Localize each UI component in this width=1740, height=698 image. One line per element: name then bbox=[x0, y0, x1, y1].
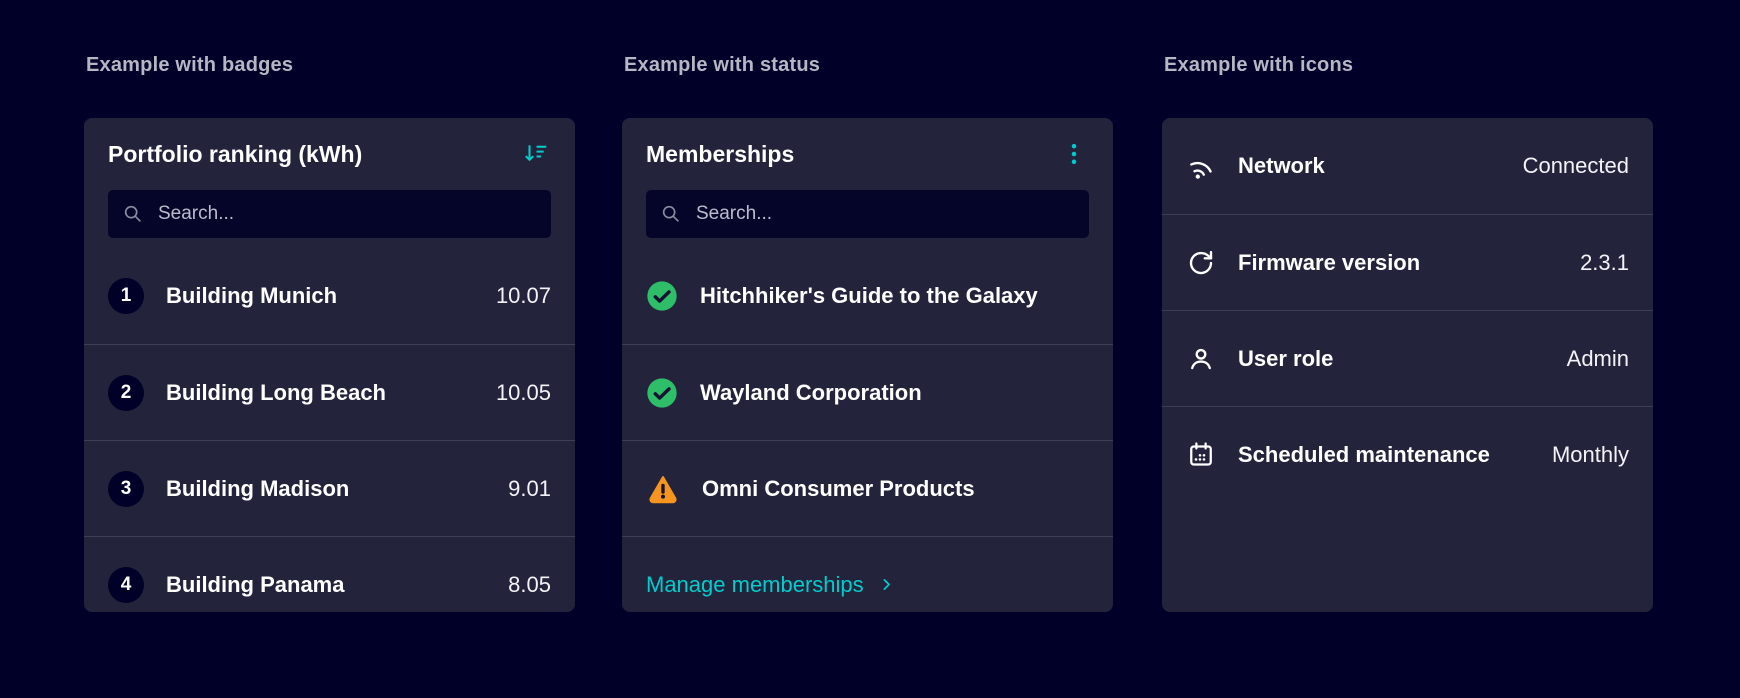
info-value: Connected bbox=[1522, 153, 1629, 178]
list-item: Network Connected bbox=[1162, 118, 1653, 214]
building-name: Building Madison bbox=[166, 475, 350, 501]
membership-name: Wayland Corporation bbox=[700, 379, 922, 405]
portfolio-ranking-card: Portfolio ranking (kWh) 1 B bbox=[84, 118, 575, 612]
info-value: Admin bbox=[1566, 345, 1629, 371]
search-icon bbox=[660, 203, 682, 225]
section-heading-icons: Example with icons bbox=[1164, 54, 1354, 76]
page: Example with badges Portfolio ranking (k… bbox=[0, 0, 1740, 698]
overflow-menu-button[interactable] bbox=[1059, 139, 1089, 169]
device-info-list: Network Connected Firmware version 2.3.1 bbox=[1162, 118, 1653, 502]
device-info-card: Network Connected Firmware version 2.3.1 bbox=[1162, 118, 1653, 612]
memberships-list: Hitchhiker's Guide to the Galaxy Wayland… bbox=[622, 248, 1113, 612]
firmware-refresh-icon bbox=[1186, 248, 1216, 278]
info-value: 2.3.1 bbox=[1580, 249, 1629, 275]
info-value: Monthly bbox=[1551, 441, 1629, 467]
rank-badge: 4 bbox=[108, 566, 144, 603]
memberships-card: Memberships Search... Hitchhiker's Guide… bbox=[622, 118, 1113, 612]
list-item[interactable]: Omni Consumer Products bbox=[622, 440, 1113, 536]
link-label: Manage memberships bbox=[646, 571, 864, 597]
chevron-right-icon bbox=[878, 576, 895, 593]
warning-triangle-icon bbox=[646, 473, 680, 505]
info-label: User role bbox=[1238, 345, 1334, 371]
network-icon bbox=[1186, 151, 1216, 181]
building-value: 9.01 bbox=[508, 475, 551, 501]
rank-badge: 2 bbox=[108, 374, 144, 411]
search-field bbox=[646, 190, 1089, 238]
ranking-list: 1 Building Munich 10.07 2 Building Long … bbox=[84, 248, 575, 612]
info-label: Firmware version bbox=[1238, 249, 1421, 275]
kebab-menu-icon bbox=[1061, 141, 1087, 167]
user-icon bbox=[1186, 344, 1216, 374]
sort-button[interactable] bbox=[521, 139, 551, 169]
section-heading-badges: Example with badges bbox=[86, 54, 294, 76]
rank-badge: 3 bbox=[108, 470, 144, 507]
status-section: Example with status bbox=[622, 54, 1113, 77]
list-item: User role Admin bbox=[1162, 310, 1653, 406]
building-name: Building Long Beach bbox=[166, 379, 386, 405]
search-icon bbox=[122, 203, 144, 225]
search-field bbox=[108, 190, 551, 238]
sort-descending-icon bbox=[523, 141, 549, 167]
membership-name: Omni Consumer Products bbox=[702, 475, 975, 501]
list-item: Scheduled maintenance Monthly bbox=[1162, 406, 1653, 502]
badges-section: Example with badges bbox=[84, 54, 575, 77]
list-item[interactable]: 3 Building Madison 9.01 bbox=[84, 440, 575, 536]
card-header: Memberships bbox=[622, 118, 1113, 190]
search-input[interactable] bbox=[694, 202, 1075, 226]
list-item[interactable]: 4 Building Panama 8.05 bbox=[84, 536, 575, 612]
list-item[interactable]: 1 Building Munich 10.07 bbox=[84, 248, 575, 344]
check-circle-icon bbox=[646, 377, 678, 409]
list-item[interactable]: 2 Building Long Beach 10.05 bbox=[84, 344, 575, 440]
info-label: Network bbox=[1238, 153, 1325, 178]
building-value: 10.07 bbox=[495, 283, 551, 308]
building-value: 10.05 bbox=[495, 379, 551, 405]
rank-badge: 1 bbox=[108, 278, 144, 314]
card-footer: Manage memberships bbox=[622, 536, 1113, 612]
building-name: Building Munich bbox=[166, 283, 338, 308]
building-value: 8.05 bbox=[508, 571, 551, 597]
building-name: Building Panama bbox=[166, 571, 345, 597]
card-title-portfolio: Portfolio ranking (kWh) bbox=[108, 140, 363, 167]
card-header: Portfolio ranking (kWh) bbox=[84, 118, 575, 190]
icons-section: Example with icons bbox=[1162, 54, 1653, 77]
info-label: Scheduled maintenance bbox=[1238, 441, 1490, 467]
card-title-memberships: Memberships bbox=[646, 140, 795, 167]
list-item: Firmware version 2.3.1 bbox=[1162, 214, 1653, 310]
section-heading-status: Example with status bbox=[624, 54, 821, 76]
search-input[interactable] bbox=[156, 202, 537, 226]
calendar-icon bbox=[1186, 440, 1216, 470]
list-item[interactable]: Hitchhiker's Guide to the Galaxy bbox=[622, 248, 1113, 344]
check-circle-icon bbox=[646, 280, 678, 312]
list-item[interactable]: Wayland Corporation bbox=[622, 344, 1113, 440]
manage-memberships-link[interactable]: Manage memberships bbox=[646, 572, 895, 598]
membership-name: Hitchhiker's Guide to the Galaxy bbox=[700, 283, 1038, 308]
